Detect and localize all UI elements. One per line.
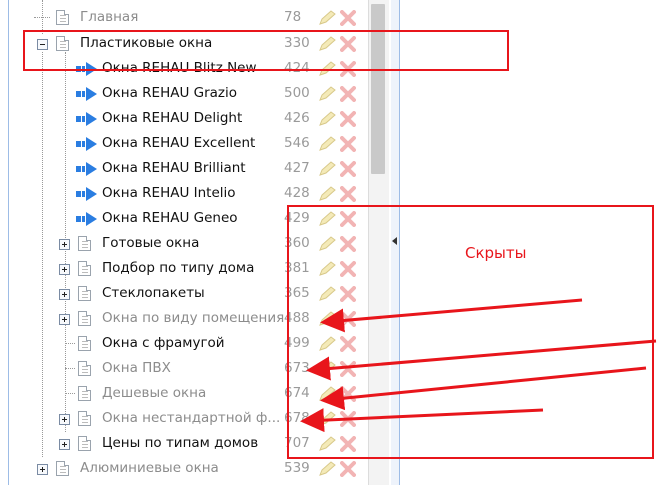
annotation-arrows: [300, 298, 657, 433]
arrow-icon: [306, 339, 657, 381]
arrow-icon: [300, 408, 544, 433]
arrow-icon: [320, 366, 647, 411]
arrow-icon: [320, 298, 583, 333]
screenshot: Главная 78 Пластиковые окна 330 Окна REH…: [0, 0, 668, 485]
